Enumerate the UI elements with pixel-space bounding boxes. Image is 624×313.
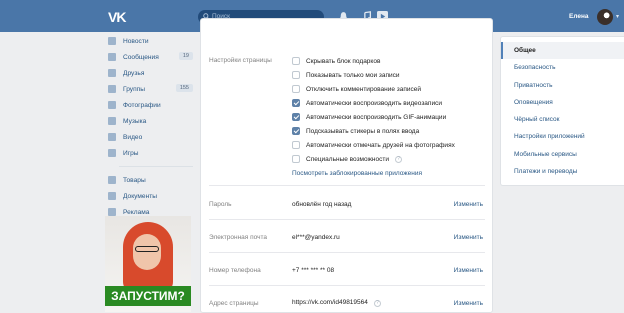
password-value: обновлён год назад: [292, 201, 352, 208]
help-icon[interactable]: ?: [394, 155, 402, 163]
checkbox-label: Скрывать блок подарков: [306, 57, 381, 65]
nav-item-music[interactable]: Музыка: [105, 113, 193, 129]
nav-item-goods[interactable]: Товары: [105, 172, 193, 188]
nav-item-friends[interactable]: Друзья: [105, 65, 193, 81]
settings-card: Настройки страницы Скрывать блок подарко…: [200, 18, 493, 313]
menu-item-blacklist[interactable]: Чёрный список: [501, 111, 624, 128]
nav-label: Игры: [123, 149, 139, 157]
nav-label: Новости: [123, 37, 149, 45]
phone-label: Номер телефона: [209, 267, 261, 274]
email-value: el***@yandex.ru: [292, 234, 340, 241]
divider: [209, 285, 485, 286]
page-address-value: https://vk.com/id49819564?: [292, 299, 381, 307]
checkbox[interactable]: [292, 71, 300, 79]
menu-item-app-settings[interactable]: Настройки приложений: [501, 128, 624, 145]
checkbox-autoplay-gif[interactable]: Автоматически воспроизводить GIF-анимаци…: [292, 112, 446, 122]
news-icon: [108, 37, 116, 45]
friends-icon: [108, 69, 116, 77]
divider: [209, 185, 485, 186]
page-settings-label: Настройки страницы: [209, 57, 272, 64]
nav-item-groups[interactable]: Группы 155: [105, 81, 193, 97]
groups-icon: [108, 85, 116, 93]
page-address-label: Адрес страницы: [209, 300, 259, 307]
goods-icon: [108, 176, 116, 184]
checkbox[interactable]: [292, 127, 300, 135]
help-icon[interactable]: ?: [373, 300, 381, 307]
change-address-link[interactable]: Изменить: [454, 300, 483, 307]
nav-label: Фотографии: [123, 101, 161, 109]
phone-value: +7 *** *** ** 08: [292, 267, 335, 274]
checkbox[interactable]: [292, 113, 300, 121]
nav-label: Друзья: [123, 69, 145, 77]
nav-label: Сообщения: [123, 53, 159, 61]
ad-face: [133, 234, 161, 270]
divider: [209, 219, 485, 220]
messages-icon: [108, 53, 116, 61]
checkbox-label: Автоматически отмечать друзей на фотогра…: [306, 141, 455, 149]
divider: [209, 252, 485, 253]
checkbox-accessibility[interactable]: Специальные возможности?: [292, 154, 402, 164]
ad-banner[interactable]: ЗАПУСТИМ?: [105, 216, 191, 312]
groups-badge: 155: [175, 84, 193, 92]
settings-menu: Общее Безопасность Приватность Оповещени…: [500, 36, 624, 186]
checkbox[interactable]: [292, 99, 300, 107]
checkbox-label: Подсказывать стикеры в полях ввода: [306, 127, 420, 135]
nav-divider: [119, 166, 193, 167]
nav-item-photos[interactable]: Фотографии: [105, 97, 193, 113]
music-icon: [108, 117, 116, 125]
ad-glasses: [135, 246, 159, 252]
checkbox-hide-gifts[interactable]: Скрывать блок подарков: [292, 56, 380, 66]
menu-item-mobile-services[interactable]: Мобильные сервисы: [501, 146, 624, 163]
avatar[interactable]: [597, 9, 613, 25]
nav-label: Группы: [123, 85, 145, 93]
left-nav: Новости Сообщения 19 Друзья Группы 155 Фот…: [105, 33, 193, 220]
menu-item-privacy[interactable]: Приватность: [501, 77, 624, 94]
vk-logo[interactable]: VK: [108, 9, 126, 25]
page-address-text: https://vk.com/id49819564: [292, 299, 368, 306]
menu-item-general[interactable]: Общее: [501, 42, 624, 60]
nav-item-news[interactable]: Новости: [105, 33, 193, 49]
checkbox-disable-comments[interactable]: Отключить комментирование записей: [292, 84, 421, 94]
menu-item-payments[interactable]: Платежи и переводы: [501, 163, 624, 180]
nav-item-messages[interactable]: Сообщения 19: [105, 49, 193, 65]
nav-item-documents[interactable]: Документы: [105, 188, 193, 204]
ads-icon: [108, 208, 116, 216]
change-email-link[interactable]: Изменить: [454, 234, 483, 241]
documents-icon: [108, 192, 116, 200]
nav-label: Видео: [123, 133, 143, 141]
ad-cta[interactable]: ЗАПУСТИМ?: [105, 286, 191, 306]
games-icon: [108, 149, 116, 157]
checkbox-only-my-posts[interactable]: Показывать только мои записи: [292, 70, 400, 80]
change-password-link[interactable]: Изменить: [454, 201, 483, 208]
checkbox[interactable]: [292, 57, 300, 65]
video-icon: [108, 133, 116, 141]
nav-item-games[interactable]: Игры: [105, 145, 193, 161]
checkbox[interactable]: [292, 155, 300, 163]
photos-icon: [108, 101, 116, 109]
checkbox-label: Показывать только мои записи: [306, 71, 400, 79]
checkbox[interactable]: [292, 141, 300, 149]
nav-label: Документы: [123, 192, 157, 200]
checkbox-sticker-hints[interactable]: Подсказывать стикеры в полях ввода: [292, 126, 419, 136]
blocked-apps-link[interactable]: Посмотреть заблокированные приложения: [292, 170, 422, 177]
change-phone-link[interactable]: Изменить: [454, 267, 483, 274]
chevron-down-icon[interactable]: ▾: [616, 13, 619, 20]
nav-label: Товары: [123, 176, 146, 184]
email-label: Электронная почта: [209, 234, 268, 241]
password-label: Пароль: [209, 201, 232, 208]
messages-badge: 19: [178, 52, 193, 60]
checkbox-label: Отключить комментирование записей: [306, 85, 422, 93]
checkbox[interactable]: [292, 85, 300, 93]
nav-label: Музыка: [123, 117, 147, 125]
nav-label: Реклама: [123, 208, 150, 216]
checkbox-auto-tag-friends[interactable]: Автоматически отмечать друзей на фотогра…: [292, 140, 455, 150]
menu-item-security[interactable]: Безопасность: [501, 59, 624, 76]
checkbox-label: Специальные возможности: [306, 155, 389, 163]
checkbox-label: Автоматически воспроизводить видеозаписи: [306, 99, 442, 107]
checkbox-autoplay-video[interactable]: Автоматически воспроизводить видеозаписи: [292, 98, 442, 108]
user-name[interactable]: Елена: [569, 13, 589, 20]
nav-item-video[interactable]: Видео: [105, 129, 193, 145]
menu-item-notifications[interactable]: Оповещения: [501, 94, 624, 111]
checkbox-label: Автоматически воспроизводить GIF-анимаци…: [306, 113, 447, 121]
